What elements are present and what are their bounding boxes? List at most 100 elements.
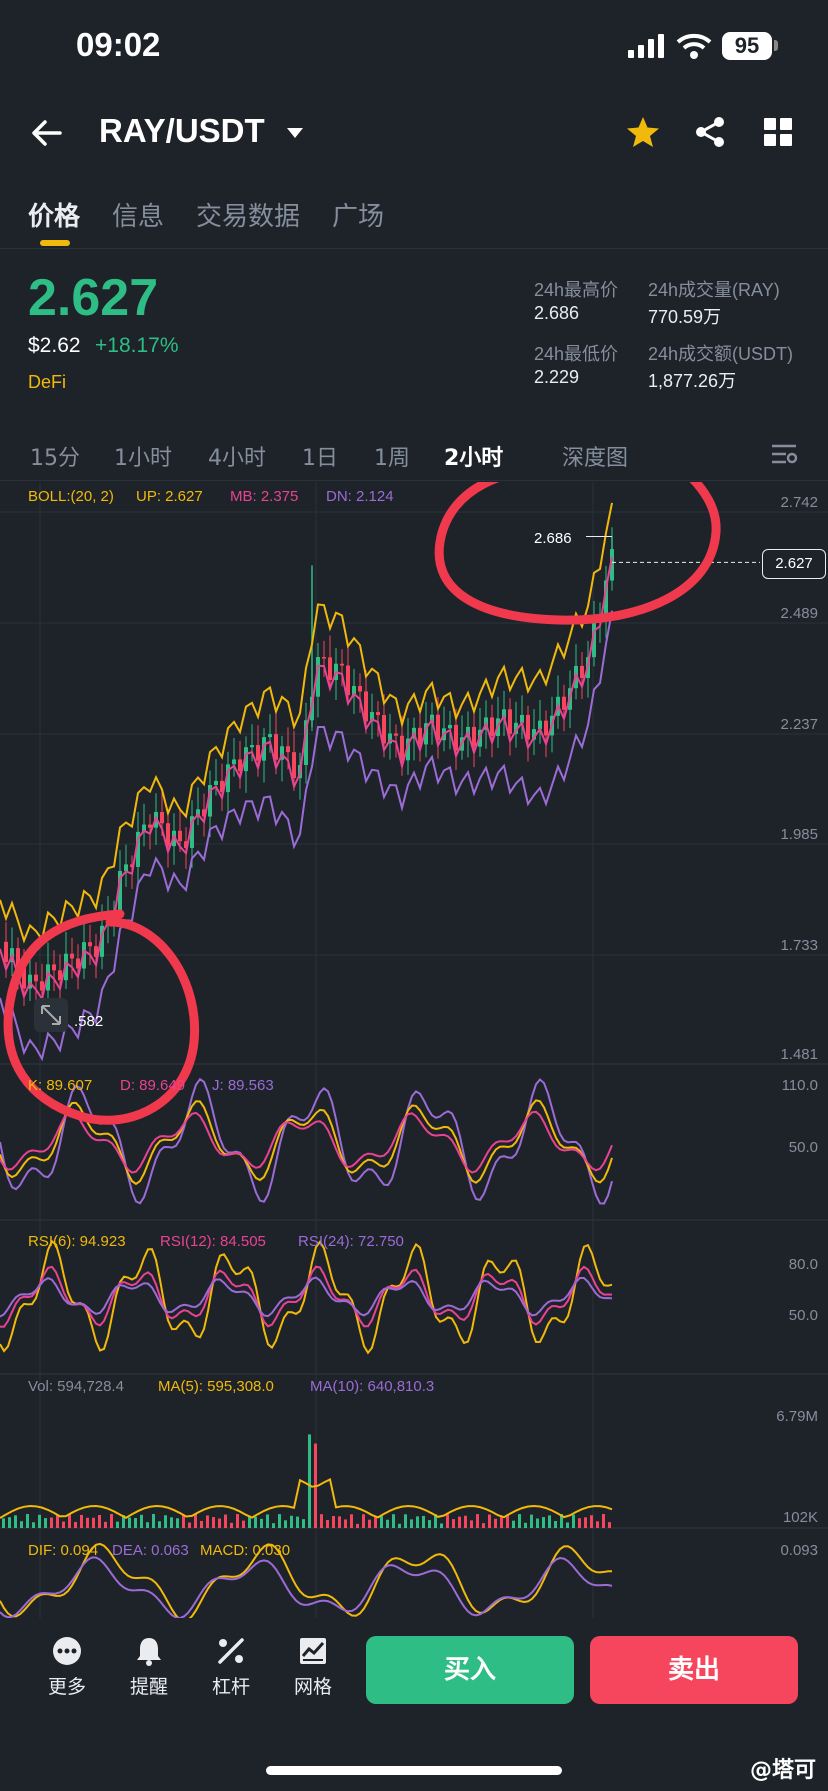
volume-bar bbox=[440, 1523, 443, 1528]
volume-bar bbox=[518, 1514, 521, 1528]
volume-bar bbox=[212, 1517, 215, 1528]
grid-trading-icon bbox=[300, 1638, 326, 1664]
candle-body bbox=[472, 726, 476, 747]
volume-bar bbox=[170, 1517, 173, 1528]
volume-bar bbox=[176, 1518, 179, 1528]
kline-chart[interactable] bbox=[0, 482, 828, 1620]
candle-body bbox=[124, 864, 128, 871]
tab-trade-data[interactable]: 交易数据 bbox=[196, 196, 300, 233]
candle-body bbox=[358, 685, 362, 692]
tab-price[interactable]: 价格 bbox=[28, 196, 80, 233]
amount-label: 24h成交额(USDT) bbox=[648, 344, 794, 364]
star-icon[interactable] bbox=[626, 116, 660, 148]
percent-icon bbox=[218, 1638, 244, 1664]
price-axis-label: 2.489 bbox=[780, 605, 818, 622]
price-axis-label: 2.742 bbox=[780, 494, 818, 511]
category-tag[interactable]: DeFi bbox=[28, 372, 66, 393]
volume-bar bbox=[272, 1523, 275, 1528]
pair-title[interactable]: RAY/USDT bbox=[99, 112, 265, 150]
interval-2h[interactable]: 2小时 bbox=[444, 440, 503, 472]
buy-button[interactable]: 买入 bbox=[366, 1636, 574, 1704]
share-icon[interactable] bbox=[694, 116, 726, 148]
price-change: +18.17% bbox=[95, 334, 179, 357]
volume-bar bbox=[332, 1515, 335, 1528]
volume-bar bbox=[338, 1516, 341, 1528]
grid-menu-icon[interactable] bbox=[764, 118, 792, 146]
vol-ma5: MA(5): 595,308.0 bbox=[158, 1378, 274, 1395]
interval-depth[interactable]: 深度图 bbox=[562, 440, 628, 472]
volume-bar bbox=[236, 1514, 239, 1528]
watermark: @塔可 bbox=[749, 1758, 816, 1783]
macd-value: MACD: 0.030 bbox=[200, 1542, 291, 1559]
macd-axis-label: 0.093 bbox=[780, 1542, 818, 1559]
volume-bar bbox=[260, 1518, 263, 1528]
volume-bar bbox=[278, 1514, 281, 1528]
home-indicator bbox=[266, 1766, 562, 1775]
amount-value: 1,877.26万 bbox=[648, 371, 737, 391]
volume-bar bbox=[8, 1517, 11, 1528]
candle-body bbox=[52, 964, 56, 971]
boll-mb: MB: 2.375 bbox=[230, 488, 299, 505]
candle-body bbox=[274, 734, 278, 760]
volume-bar bbox=[134, 1518, 137, 1528]
rsi-axis-label: 50.0 bbox=[788, 1307, 818, 1324]
volume-bar bbox=[218, 1518, 221, 1528]
kdj-axis-label: 110.0 bbox=[781, 1077, 818, 1094]
candle-body bbox=[544, 720, 548, 736]
candle-body bbox=[340, 663, 344, 666]
candle-body bbox=[292, 752, 296, 779]
grid-button[interactable]: 网格 bbox=[278, 1636, 348, 1699]
candle-body bbox=[448, 724, 452, 729]
volume-bar bbox=[392, 1514, 395, 1528]
volume-bar bbox=[44, 1518, 47, 1528]
volume-bar bbox=[596, 1521, 599, 1528]
volume-bar bbox=[464, 1515, 467, 1528]
volume-bar bbox=[302, 1519, 305, 1528]
candle-body bbox=[490, 717, 494, 736]
volume-bar bbox=[404, 1514, 407, 1528]
volume-bar bbox=[530, 1514, 533, 1528]
sell-button[interactable]: 卖出 bbox=[590, 1636, 798, 1704]
rsi-axis-label: 80.0 bbox=[788, 1256, 818, 1273]
interval-1h[interactable]: 1小时 bbox=[114, 440, 172, 472]
volume-bar bbox=[38, 1514, 41, 1528]
vol-axis-label: 6.79M bbox=[776, 1408, 818, 1425]
tab-info[interactable]: 信息 bbox=[112, 196, 164, 233]
price-axis-label: 1.481 bbox=[780, 1046, 818, 1063]
volume-bar bbox=[410, 1519, 413, 1528]
lever-button[interactable]: 杠杆 bbox=[196, 1636, 266, 1699]
interval-1w[interactable]: 1周 bbox=[374, 440, 410, 472]
tab-square[interactable]: 广场 bbox=[332, 196, 384, 233]
volume-bar bbox=[146, 1522, 149, 1528]
volume-bar bbox=[32, 1522, 35, 1528]
interval-4h[interactable]: 4小时 bbox=[208, 440, 266, 472]
candle-body bbox=[232, 759, 236, 765]
candle-body bbox=[376, 712, 380, 716]
volume-bar bbox=[482, 1523, 485, 1528]
volume-bar bbox=[56, 1515, 59, 1528]
interval-1d[interactable]: 1日 bbox=[302, 440, 338, 472]
kdj-j: J: 89.563 bbox=[212, 1077, 274, 1094]
usd-price: $2.62 bbox=[28, 334, 81, 357]
alert-button[interactable]: 提醒 bbox=[114, 1636, 184, 1699]
grid-label: 网格 bbox=[293, 1676, 332, 1698]
interval-15m[interactable]: 15分 bbox=[30, 440, 80, 472]
candle-body bbox=[526, 714, 530, 740]
more-icon bbox=[53, 1637, 81, 1665]
volume-bar bbox=[452, 1519, 455, 1528]
volume-bar bbox=[164, 1515, 167, 1528]
volume-bar bbox=[206, 1515, 209, 1528]
chevron-down-icon[interactable] bbox=[286, 126, 304, 140]
macd-dif: DIF: 0.094 bbox=[28, 1542, 99, 1559]
candle-body bbox=[508, 709, 512, 734]
vol-ma5-line bbox=[0, 1478, 613, 1519]
volume-bar bbox=[554, 1521, 557, 1528]
volume-bar bbox=[80, 1514, 83, 1528]
back-arrow-icon[interactable] bbox=[30, 118, 64, 148]
current-price-tag: 2.627 bbox=[762, 549, 826, 579]
volume-bar bbox=[386, 1519, 389, 1528]
bell-icon bbox=[137, 1638, 161, 1666]
more-button[interactable]: 更多 bbox=[32, 1636, 102, 1699]
chart-settings-icon[interactable] bbox=[770, 442, 798, 466]
candle-body bbox=[88, 942, 92, 947]
